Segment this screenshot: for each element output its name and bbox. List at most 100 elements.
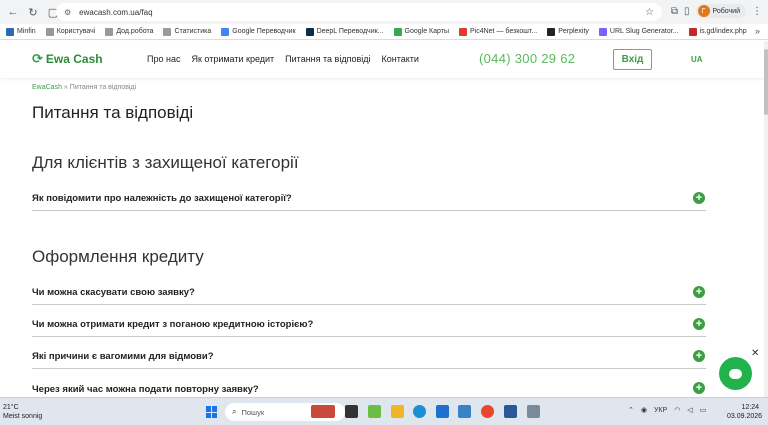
bookmark-label: Pic4Net — безкошт...: [469, 28, 538, 35]
nav-how-to-get-credit[interactable]: Як отримати кредит: [191, 54, 274, 64]
bookmark-item[interactable]: DeepL Переводчик...: [305, 27, 384, 36]
nav-about[interactable]: Про нас: [147, 54, 180, 64]
section-title-protected: Для клієнтів з захищеної категорії: [32, 153, 299, 172]
scroll-thumb[interactable]: [764, 49, 768, 115]
page-scrollbar[interactable]: [764, 41, 768, 397]
main-nav: Про нас Як отримати кредит Питання та ві…: [147, 54, 419, 64]
bookmark-item[interactable]: Статистика: [163, 27, 212, 36]
tray-chevron-icon[interactable]: ⌃: [628, 406, 634, 414]
edge-icon[interactable]: [413, 405, 426, 418]
news-widget-icon[interactable]: [311, 405, 335, 418]
profile-button[interactable]: Г Робочий: [695, 4, 746, 18]
bookmark-item[interactable]: Pic4Net — безкошт...: [458, 27, 538, 36]
site-logo[interactable]: ⟳ Ewa Cash: [32, 51, 103, 67]
app-icon[interactable]: [368, 405, 381, 418]
bookmark-favicon-icon: [45, 27, 54, 36]
bookmarks-bar: Minfin Користувачі Дод.робота Статистика Goo…: [0, 24, 768, 40]
bookmark-label: Користувачі: [56, 28, 96, 35]
bookmark-favicon-icon: [547, 27, 556, 36]
tray-lang[interactable]: УКР: [654, 407, 667, 414]
bookmark-item[interactable]: is.gd/index.php: [688, 27, 747, 36]
faq-item[interactable]: Чи можна скасувати свою заявку? +: [32, 281, 706, 305]
bookmark-label: Дод.робота: [116, 28, 154, 35]
bookmark-label: URL Slug Generator...: [609, 28, 679, 35]
bookmark-label: Статистика: [174, 28, 212, 35]
word-icon[interactable]: [504, 405, 517, 418]
clock[interactable]: 12:24 03.09.2026: [727, 403, 763, 421]
windows-taskbar: 21°C Meist sonnig ⌕ Пошук ⌃ ◉ УКР ◠ ◁ ▭ …: [0, 397, 768, 425]
expand-plus-icon[interactable]: +: [693, 318, 705, 330]
site-header: ⟳ Ewa Cash Про нас Як отримати кредит Пи…: [0, 41, 764, 78]
faq-item[interactable]: Як повідомити про належність до захищено…: [32, 187, 706, 211]
bookmark-item[interactable]: URL Slug Generator...: [598, 27, 679, 36]
faq-question: Які причини є вагомими для відмови?: [32, 351, 214, 362]
faq-item[interactable]: Чи можна отримати кредит з поганою креди…: [32, 313, 706, 337]
bookmark-favicon-icon: [105, 27, 114, 36]
back-icon[interactable]: ←: [6, 5, 20, 19]
phone-number[interactable]: (044) 300 29 62: [479, 51, 575, 66]
faq-question: Чи можна отримати кредит з поганою креди…: [32, 319, 314, 330]
weather-temperature: 21°C: [3, 404, 19, 411]
sidepanel-icon[interactable]: ▯: [684, 6, 690, 17]
faq-question: Через який час можна подати повторну зая…: [32, 383, 259, 395]
reload-icon[interactable]: ↻: [26, 5, 40, 19]
chat-close-icon[interactable]: ✕: [751, 348, 759, 359]
store-icon[interactable]: [436, 405, 449, 418]
bookmark-favicon-icon: [688, 27, 697, 36]
faq-item[interactable]: Які причини є вагомими для відмови? +: [32, 345, 706, 369]
bookmark-item[interactable]: Дод.робота: [105, 27, 154, 36]
page-title: Питання та відповіді: [32, 103, 194, 122]
bookmark-favicon-icon: [6, 27, 14, 36]
app-icon[interactable]: [527, 405, 540, 418]
bookmark-item[interactable]: Google Переводчик: [221, 27, 296, 36]
chat-button[interactable]: [719, 357, 752, 390]
url-text: ewacash.com.ua/faq: [79, 7, 153, 17]
logo-icon: ⟳: [32, 51, 43, 66]
taskbar-search-placeholder: Пошук: [241, 407, 265, 417]
bookmark-item[interactable]: Perplexity: [547, 27, 589, 36]
site-info-icon[interactable]: ⚙: [64, 8, 71, 17]
bookmark-favicon-icon: [163, 27, 172, 36]
start-button[interactable]: [206, 406, 218, 418]
logo-text: Ewa Cash: [45, 52, 103, 66]
faq-question: Чи можна скасувати свою заявку?: [32, 287, 195, 298]
extensions-icon[interactable]: ⧉: [671, 6, 678, 17]
bookmark-favicon-icon: [458, 27, 467, 36]
section-title-credit: Оформлення кредиту: [32, 247, 204, 266]
volume-icon[interactable]: ◁: [687, 406, 692, 414]
expand-plus-icon[interactable]: +: [693, 286, 705, 298]
battery-icon[interactable]: ▭: [700, 406, 707, 414]
tray-app-icon[interactable]: ◉: [641, 406, 647, 414]
browser-toolbar: ← ↻ ▢ ⚙ ewacash.com.ua/faq ☆ ⧉ ▯ Г Робоч…: [0, 0, 768, 24]
bookmark-label: Google Переводчик: [232, 28, 296, 35]
file-explorer-icon[interactable]: [391, 405, 404, 418]
weather-condition: Meist sonnig: [3, 413, 43, 420]
weather-widget[interactable]: 21°C Meist sonnig: [3, 403, 42, 421]
mail-icon[interactable]: [458, 405, 471, 418]
wifi-icon[interactable]: ◠: [674, 406, 680, 414]
bookmarks-overflow-icon[interactable]: »: [755, 26, 760, 36]
menu-icon[interactable]: ⋮: [752, 6, 762, 17]
language-switch[interactable]: UA: [691, 55, 703, 64]
bookmark-item[interactable]: Google Карты: [393, 27, 449, 36]
clock-date: 03.09.2026: [727, 413, 763, 420]
nav-contacts[interactable]: Контакти: [381, 54, 418, 64]
address-bar[interactable]: ⚙ ewacash.com.ua/faq ☆: [56, 3, 662, 21]
chrome-icon[interactable]: [481, 405, 494, 418]
bookmark-label: Perplexity: [558, 28, 589, 35]
bookmark-item[interactable]: Minfin: [6, 27, 36, 36]
nav-faq[interactable]: Питання та відповіді: [285, 54, 370, 64]
profile-label: Робочий: [712, 7, 740, 15]
breadcrumb-current: Питання та відповіді: [69, 84, 137, 91]
expand-plus-icon[interactable]: +: [693, 192, 705, 204]
expand-plus-icon[interactable]: +: [693, 382, 705, 394]
bookmark-favicon-icon: [598, 27, 607, 36]
login-button[interactable]: Вхід: [613, 49, 652, 70]
clock-time: 12:24: [741, 404, 759, 411]
bookmark-star-icon[interactable]: ☆: [645, 7, 654, 18]
bookmark-item[interactable]: Користувачі: [45, 27, 96, 36]
bookmark-label: is.gd/index.php: [699, 28, 747, 35]
expand-plus-icon[interactable]: +: [693, 350, 705, 362]
breadcrumb-home[interactable]: EwaCash: [32, 84, 62, 91]
task-view-icon[interactable]: [345, 405, 358, 418]
